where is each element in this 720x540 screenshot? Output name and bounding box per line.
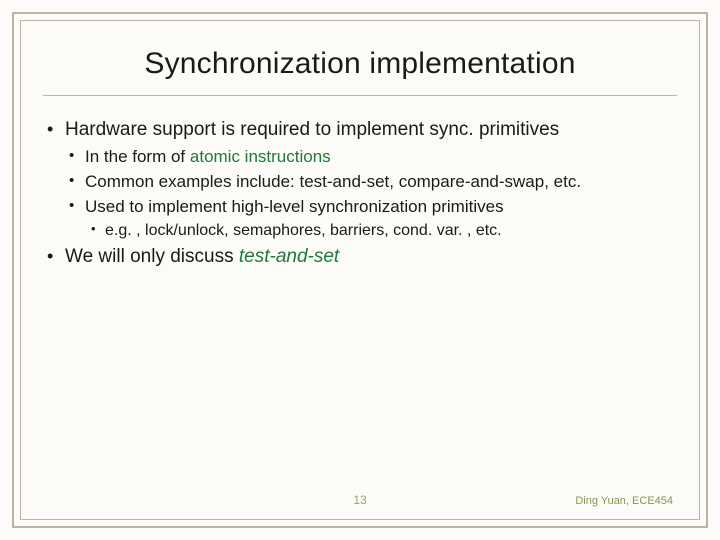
- bullet-2: We will only discuss test-and-set: [43, 245, 677, 269]
- bullet-list: Hardware support is required to implemen…: [43, 118, 677, 269]
- bullet-1-3-1: e.g. , lock/unlock, semaphores, barriers…: [85, 221, 677, 241]
- outer-border: Synchronization implementation Hardware …: [12, 12, 708, 528]
- bullet-1-3-1-text: e.g. , lock/unlock, semaphores, barriers…: [105, 222, 502, 239]
- bullet-1-1-text-a: In the form of: [85, 147, 190, 166]
- page-number: 13: [256, 493, 465, 507]
- footer: 13 Ding Yuan, ECE454: [43, 493, 677, 509]
- bullet-1-2: Common examples include: test-and-set, c…: [65, 171, 677, 193]
- title-area: Synchronization implementation: [43, 39, 677, 96]
- author-label: Ding Yuan, ECE454: [464, 495, 673, 507]
- bullet-1-text: Hardware support is required to implemen…: [65, 119, 559, 140]
- bullet-1-sublist: In the form of atomic instructions Commo…: [65, 146, 677, 241]
- inner-border: Synchronization implementation Hardware …: [20, 20, 700, 520]
- slide-title: Synchronization implementation: [43, 47, 677, 81]
- bullet-1-2-text: Common examples include: test-and-set, c…: [85, 172, 581, 191]
- bullet-2-text-b: test-and-set: [239, 246, 339, 267]
- bullet-1-3: Used to implement high-level synchroniza…: [65, 196, 677, 241]
- bullet-2-text-a: We will only discuss: [65, 246, 239, 267]
- bullet-1-3-sublist: e.g. , lock/unlock, semaphores, barriers…: [85, 221, 677, 241]
- content-area: Hardware support is required to implemen…: [43, 118, 677, 493]
- bullet-1: Hardware support is required to implemen…: [43, 118, 677, 241]
- bullet-1-1-text-b: atomic instructions: [190, 147, 331, 166]
- bullet-1-1: In the form of atomic instructions: [65, 146, 677, 168]
- bullet-1-3-text: Used to implement high-level synchroniza…: [85, 197, 504, 216]
